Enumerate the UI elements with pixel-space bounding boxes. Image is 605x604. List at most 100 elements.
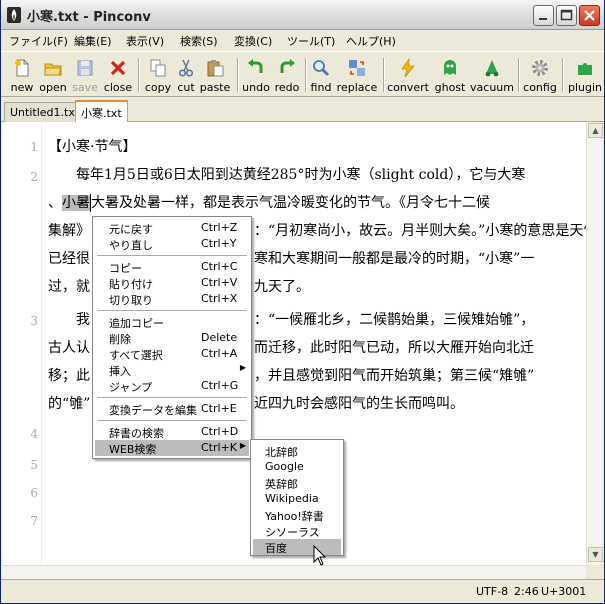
text-line: 每年1月5日或6日太阳到达黄经285°时为小寒（slight cold），它与大… bbox=[48, 167, 526, 183]
disk-icon bbox=[77, 60, 93, 76]
line-number: 2 bbox=[30, 170, 38, 184]
menu-shortcut: Ctrl+E bbox=[201, 402, 237, 415]
text-fragment: ：“一候雁北乡，二候鹊始巢，三候雉始雊”， bbox=[254, 312, 535, 328]
text-fragment: 寒和大寒期间一般都是最冷的时期，“小寒”一 bbox=[254, 251, 535, 267]
redo-label: redo bbox=[274, 81, 300, 94]
menu-file[interactable]: ファイル(F) bbox=[9, 33, 68, 49]
menu-item-edit-conversion-data[interactable]: 変換データを編集 Ctrl+E bbox=[95, 401, 249, 417]
find-button[interactable]: find bbox=[309, 56, 333, 94]
menu-item-cut[interactable]: 切り取り Ctrl+X bbox=[95, 291, 249, 307]
app-flame-icon bbox=[7, 7, 21, 23]
plugin-button[interactable]: plugin bbox=[566, 56, 604, 94]
undo-arrow-icon bbox=[248, 59, 263, 73]
config-label: config bbox=[523, 81, 557, 94]
menu-help[interactable]: ヘルプ(H) bbox=[346, 33, 396, 49]
menu-separator bbox=[97, 397, 247, 398]
magnifier-icon bbox=[313, 60, 330, 77]
submenu-item-thesaurus[interactable]: シソーラス bbox=[253, 523, 341, 539]
menu-convert[interactable]: 変換(C) bbox=[234, 33, 272, 49]
menu-item-redo[interactable]: やり直し Ctrl+Y bbox=[95, 236, 249, 252]
menu-view[interactable]: 表示(V) bbox=[126, 33, 164, 49]
copy-button[interactable]: copy bbox=[142, 56, 174, 94]
submenu-item-yahoo-dictionary[interactable]: Yahoo!辞書 bbox=[253, 507, 341, 523]
horizontal-scrollbar[interactable] bbox=[2, 565, 586, 579]
selected-text: 小暑 bbox=[62, 195, 90, 211]
submenu-item-label: シソーラス bbox=[265, 526, 320, 539]
text-fragment: ：“月初寒尚小，故云。月半则大矣。”小寒的意思是天气 bbox=[254, 223, 598, 239]
title-bar[interactable]: 小寒.txt - Pinconv bbox=[1, 0, 604, 30]
menu-item-label: 貼り付け bbox=[109, 278, 153, 291]
convert-button[interactable]: convert bbox=[387, 56, 429, 94]
menu-item-label: 挿入 bbox=[109, 365, 131, 378]
undo-button[interactable]: undo bbox=[241, 56, 271, 94]
menu-item-delete[interactable]: 削除 Delete bbox=[95, 330, 249, 346]
scroll-down-arrow[interactable]: ▼ bbox=[588, 547, 603, 562]
minimize-button[interactable] bbox=[533, 5, 554, 26]
scroll-up-arrow[interactable]: ▲ bbox=[588, 123, 603, 138]
line-number: 6 bbox=[30, 486, 38, 500]
submenu-item-label: Wikipedia bbox=[265, 492, 319, 505]
scissors-icon bbox=[179, 59, 193, 77]
config-button[interactable]: config bbox=[522, 56, 558, 94]
submenu-item-eijiro[interactable]: 英辞郎 bbox=[253, 475, 341, 491]
maximize-button[interactable] bbox=[556, 5, 577, 26]
vacuum-button[interactable]: vacuum bbox=[470, 56, 514, 94]
status-codepoint: U+3001 bbox=[541, 585, 587, 598]
redo-button[interactable]: redo bbox=[272, 56, 302, 94]
submenu-item-label: Google bbox=[265, 460, 304, 473]
menu-edit[interactable]: 編集(E) bbox=[74, 33, 112, 49]
line-number: 1 bbox=[30, 140, 38, 154]
submenu-arrow-icon: ▶ bbox=[239, 363, 246, 372]
text-fragment: 近四九时会感阳气的生长而鸣叫。 bbox=[254, 396, 464, 412]
save-button[interactable]: save bbox=[69, 56, 101, 94]
new-button[interactable]: new bbox=[7, 56, 37, 94]
submenu-item-kitajiro[interactable]: 北辞郎 bbox=[253, 443, 341, 459]
vertical-scrollbar[interactable]: ▲ ▼ bbox=[586, 122, 603, 565]
menu-shortcut: Ctrl+A bbox=[201, 347, 238, 360]
menu-item-paste[interactable]: 貼り付け Ctrl+V bbox=[95, 275, 249, 291]
folder-icon bbox=[44, 63, 62, 76]
menu-item-copy[interactable]: コピー Ctrl+C bbox=[95, 259, 249, 275]
cut-button[interactable]: cut bbox=[174, 56, 198, 94]
submenu-item-google[interactable]: Google bbox=[253, 459, 341, 475]
menu-shortcut: Ctrl+V bbox=[201, 276, 238, 289]
menu-item-jump[interactable]: ジャンプ Ctrl+G bbox=[95, 378, 249, 394]
submenu-item-label: 百度 bbox=[265, 542, 287, 555]
tab-bar: Untitled1.txt 小寒.txt bbox=[1, 97, 604, 123]
menu-item-append-copy[interactable]: 追加コピー bbox=[95, 314, 249, 330]
ghost-button[interactable]: ghost bbox=[432, 56, 468, 94]
menu-item-undo[interactable]: 元に戻す Ctrl+Z bbox=[95, 220, 249, 236]
menu-shortcut: Ctrl+G bbox=[201, 379, 239, 392]
paste-label: paste bbox=[199, 81, 231, 94]
menu-item-label: すべて選択 bbox=[109, 349, 163, 362]
ghost-icon bbox=[444, 60, 456, 75]
text-line: 古人认 bbox=[48, 340, 90, 356]
text-line: 过，就 bbox=[48, 279, 90, 295]
text-fragment: 大暑及处暑一样，都是表示气温冷暖变化的节气。《月令七十二候 bbox=[91, 195, 490, 211]
menu-item-label: 辞書の検索 bbox=[109, 427, 164, 440]
copy-label: copy bbox=[144, 81, 172, 94]
menu-tools[interactable]: ツール(T) bbox=[287, 33, 335, 49]
submenu-item-baidu[interactable]: 百度 bbox=[253, 539, 341, 555]
toolbar-separator bbox=[383, 58, 385, 92]
close-window-button[interactable] bbox=[579, 5, 600, 26]
menu-item-web-search[interactable]: WEB検索 Ctrl+K ▶ bbox=[95, 440, 249, 456]
paste-button[interactable]: paste bbox=[198, 56, 232, 94]
open-button[interactable]: open bbox=[37, 56, 69, 94]
menu-search[interactable]: 検索(S) bbox=[180, 33, 218, 49]
replace-button[interactable]: replace bbox=[335, 56, 379, 94]
text-fragment: 九天了。 bbox=[254, 279, 310, 295]
menu-shortcut: Ctrl+C bbox=[201, 260, 238, 273]
tab-xiaohan[interactable]: 小寒.txt bbox=[75, 100, 128, 123]
toolbar-separator bbox=[518, 58, 520, 92]
menu-item-select-all[interactable]: すべて選択 Ctrl+A bbox=[95, 346, 249, 362]
menu-item-insert[interactable]: 挿入 ▶ bbox=[95, 362, 249, 378]
tab-untitled1[interactable]: Untitled1.txt bbox=[4, 102, 86, 122]
menu-item-dictionary-search[interactable]: 辞書の検索 Ctrl+D bbox=[95, 424, 249, 440]
copy-icon bbox=[150, 59, 166, 77]
text-fragment: 、 bbox=[48, 195, 62, 211]
submenu-item-wikipedia[interactable]: Wikipedia bbox=[253, 491, 341, 507]
toolbar-separator bbox=[562, 58, 564, 92]
puzzle-icon bbox=[578, 63, 592, 75]
close-button[interactable]: close bbox=[101, 56, 135, 94]
